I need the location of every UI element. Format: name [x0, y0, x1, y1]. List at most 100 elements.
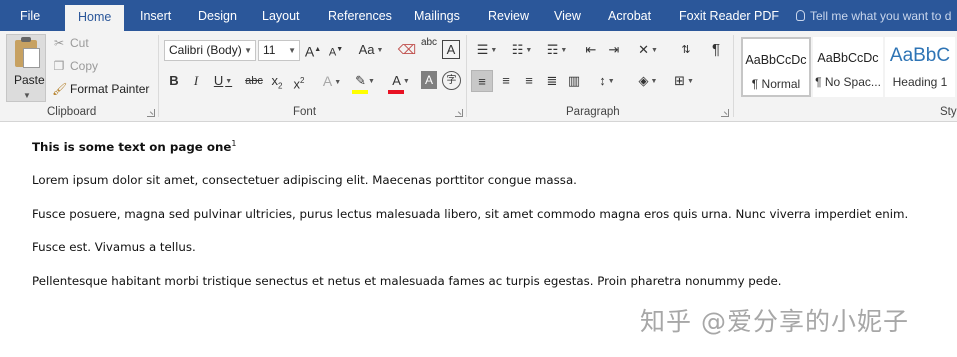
phonetic-guide-button[interactable]: abc	[420, 37, 438, 59]
paragraph-dialog-launcher[interactable]	[721, 109, 729, 117]
show-hide-marks-button[interactable]: ¶	[707, 39, 725, 61]
font-color-icon: A	[392, 73, 401, 88]
style-name: Heading 1	[892, 75, 948, 89]
tab-view[interactable]: View	[554, 0, 581, 31]
tell-me-placeholder: Tell me what you want to d	[810, 9, 952, 23]
line-spacing-button[interactable]: ↕ ▼	[592, 70, 622, 92]
clear-formatting-button[interactable]: ⌫	[397, 39, 417, 61]
align-center-icon: ≡	[502, 73, 510, 88]
superscript-mark: 2	[300, 76, 305, 85]
align-left-button[interactable]: ≡	[471, 70, 493, 92]
copy-button[interactable]: ❐ Copy	[52, 56, 98, 76]
text-effects-button[interactable]: A ▼	[318, 70, 346, 92]
align-right-button[interactable]: ≡	[519, 70, 539, 92]
tab-home[interactable]: Home	[65, 5, 125, 31]
change-case-icon: Aa	[358, 42, 375, 57]
clipboard-group-label: Clipboard	[47, 106, 97, 118]
clipboard-dialog-launcher[interactable]	[147, 109, 155, 117]
cut-button[interactable]: ✂ Cut	[52, 33, 89, 53]
heading-text: This is some text on page one	[32, 140, 232, 154]
tab-mailings[interactable]: Mailings	[414, 0, 460, 31]
justify-icon: ≣	[546, 73, 558, 88]
tab-foxit-reader-pdf[interactable]: Foxit Reader PDF	[679, 0, 779, 31]
tab-layout[interactable]: Layout	[262, 0, 300, 31]
underline-icon: U	[213, 73, 224, 88]
tab-acrobat[interactable]: Acrobat	[608, 0, 651, 31]
character-border-button[interactable]: A	[442, 40, 460, 59]
enclose-characters-icon: 字	[446, 75, 457, 86]
borders-button[interactable]: ⊞ ▼	[668, 70, 700, 92]
justify-button[interactable]: ≣	[542, 70, 562, 92]
format-painter-button[interactable]: 🖌 Format Painter	[52, 79, 149, 99]
font-size-combo[interactable]: 11 ▼	[258, 40, 300, 61]
style-normal[interactable]: AaBbCcDc ¶ Normal	[741, 37, 811, 97]
style-no-spacing[interactable]: AaBbCcDc ¶ No Spac...	[813, 37, 883, 97]
watermark: 知乎 @爱分享的小妮子	[640, 307, 909, 336]
chevron-down-icon: ▼	[244, 46, 252, 55]
strikethrough-icon: abc	[245, 75, 263, 87]
pilcrow-icon: ¶	[711, 41, 721, 58]
bullets-button[interactable]: ☰ ▼	[472, 39, 502, 61]
font-name-combo[interactable]: Calibri (Body) ▼	[164, 40, 256, 61]
multilevel-list-button[interactable]: ☶ ▼	[542, 39, 572, 61]
group-separator	[733, 35, 734, 117]
copy-icon: ❐	[53, 59, 65, 73]
character-shading-button[interactable]: A	[421, 71, 437, 89]
decrease-indent-icon: ⇤	[585, 42, 597, 57]
footnote-reference[interactable]: 1	[231, 139, 236, 148]
tab-design[interactable]: Design	[198, 0, 237, 31]
lightbulb-icon	[796, 10, 805, 21]
paste-label: Paste	[14, 73, 45, 87]
subscript-button[interactable]: x2	[268, 70, 286, 92]
tab-file[interactable]: File	[20, 0, 40, 31]
align-center-button[interactable]: ≡	[496, 70, 516, 92]
cut-label: Cut	[70, 36, 89, 50]
italic-icon: I	[193, 73, 199, 88]
chevron-down-icon: ▼	[288, 46, 296, 55]
document-page[interactable]: This is some text on page one1 Lorem ips…	[0, 122, 957, 357]
bold-icon: B	[169, 73, 179, 88]
bullet-list-icon: ☰	[476, 42, 489, 57]
tell-me-box[interactable]: Tell me what you want to d	[796, 0, 951, 31]
style-name: ¶ Normal	[751, 77, 801, 91]
paragraph: Fusce posuere, magna sed pulvinar ultric…	[32, 207, 909, 221]
paint-bucket-icon: ◈	[638, 73, 649, 88]
superscript-button[interactable]: x2	[290, 70, 308, 92]
tab-insert[interactable]: Insert	[140, 0, 171, 31]
increase-indent-button[interactable]: ⇥	[605, 39, 623, 61]
shading-button[interactable]: ◈ ▼	[632, 70, 664, 92]
grow-font-button[interactable]: A▲	[304, 39, 322, 61]
paragraph: Fusce est. Vivamus a tellus.	[32, 240, 196, 254]
phonetic-guide-icon: abc	[420, 37, 438, 48]
underline-button[interactable]: U ▼	[210, 70, 236, 92]
paragraph: Lorem ipsum dolor sit amet, consectetuer…	[32, 173, 577, 187]
tab-references[interactable]: References	[328, 0, 392, 31]
style-heading-1[interactable]: AaBbC Heading 1	[885, 37, 955, 97]
change-case-button[interactable]: Aa ▼	[355, 39, 387, 61]
tab-review[interactable]: Review	[488, 0, 529, 31]
paragraph-group-label: Paragraph	[566, 106, 620, 118]
distributed-icon: ▥	[567, 73, 581, 88]
highlighter-icon: ✎	[355, 73, 366, 88]
style-sample: AaBbC	[889, 45, 951, 66]
decrease-indent-button[interactable]: ⇤	[582, 39, 600, 61]
bold-button[interactable]: B	[166, 70, 182, 92]
strikethrough-button[interactable]: abc	[243, 70, 265, 92]
italic-button[interactable]: I	[188, 70, 204, 92]
distributed-button[interactable]: ▥	[564, 70, 584, 92]
format-painter-label: Format Painter	[70, 82, 150, 96]
subscript-mark: 2	[278, 81, 283, 91]
text-highlight-button[interactable]: ✎ ▼	[350, 70, 380, 92]
font-color-button[interactable]: A ▼	[386, 70, 416, 92]
asian-layout-button[interactable]: ✕ ▼	[633, 39, 663, 61]
align-left-icon: ≡	[478, 74, 486, 89]
sort-button[interactable]: ⇅	[677, 39, 695, 61]
font-dialog-launcher[interactable]	[455, 109, 463, 117]
character-border-icon: A	[446, 42, 456, 57]
shrink-font-button[interactable]: A▼	[327, 39, 345, 61]
numbering-button[interactable]: ☷ ▼	[507, 39, 537, 61]
chevron-down-icon: ▼	[23, 91, 31, 100]
paste-button[interactable]: Paste ▼	[6, 34, 46, 102]
enclose-characters-button[interactable]: 字	[442, 71, 461, 90]
styles-gallery: AaBbCcDc ¶ Normal AaBbCcDc ¶ No Spac... …	[739, 37, 957, 97]
